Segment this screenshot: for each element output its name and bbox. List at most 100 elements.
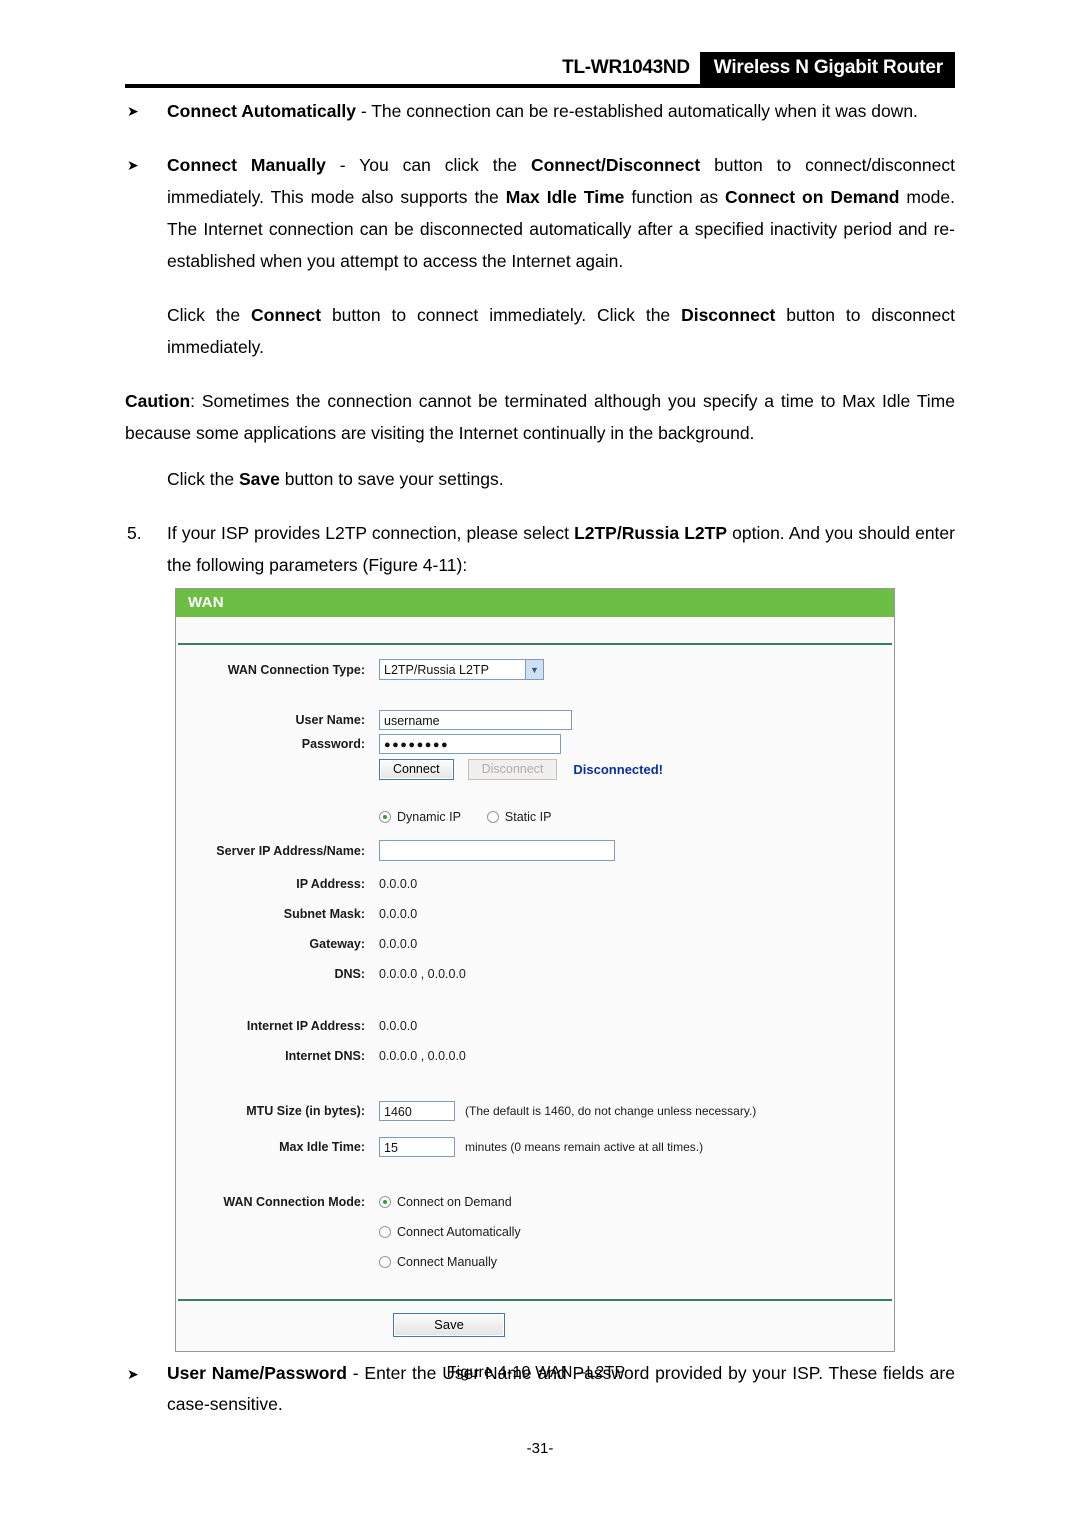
text-2: button to connect immediately. Click the: [321, 305, 682, 325]
radio-connect-automatically-label: Connect Automatically: [397, 1225, 521, 1239]
row-max-idle-time: Max Idle Time: 15 minutes (0 means remai…: [176, 1137, 894, 1157]
row-mtu-size: MTU Size (in bytes): 1460 (The default i…: [176, 1101, 894, 1121]
bullet-term: Connect Manually: [167, 155, 326, 175]
inline-bold-connect-disconnect: Connect/Disconnect: [530, 155, 701, 175]
wan-mode-label: WAN Connection Mode:: [223, 1195, 365, 1209]
mtu-hint: (The default is 1460, do not change unle…: [465, 1104, 757, 1118]
router-config-panel: WAN WAN Connection Type: L2TP/Russia L2T…: [175, 588, 895, 1352]
caution-body: : Sometimes the connection cannot be ter…: [125, 391, 955, 443]
caution-label: Caution: [125, 391, 191, 411]
wan-connection-type-value: L2TP/Russia L2TP: [384, 662, 489, 677]
radio-connect-automatically-icon[interactable]: [379, 1226, 391, 1238]
bullet-user-name-password: ➤ User Name/Password - Enter the User Na…: [125, 1358, 955, 1420]
radio-connect-on-demand-icon[interactable]: [379, 1196, 391, 1208]
max-idle-input[interactable]: 15: [379, 1137, 455, 1157]
radio-dynamic-ip-icon[interactable]: [379, 811, 391, 823]
row-user-name: User Name: username: [176, 710, 894, 730]
bullet-connect-manually: ➤ Connect Manually - You can click the C…: [125, 149, 955, 277]
wan-form: WAN Connection Type: L2TP/Russia L2TP ▼ …: [176, 645, 894, 1299]
header-branding: TL-WR1043ND Wireless N Gigabit Router: [562, 52, 955, 84]
bullet-arrow-icon: ➤: [127, 157, 139, 173]
internet-ip-label: Internet IP Address:: [246, 1019, 365, 1033]
wan-connection-type-select[interactable]: L2TP/Russia L2TP ▼: [379, 659, 544, 680]
mtu-label: MTU Size (in bytes):: [246, 1104, 365, 1118]
radio-connect-manually-label: Connect Manually: [397, 1255, 498, 1269]
paragraph-caution: Caution: Sometimes the connection cannot…: [125, 385, 955, 449]
bullet-term: User Name/Password: [167, 1363, 347, 1383]
step-number: 5.: [127, 523, 142, 543]
radio-dynamic-ip-label: Dynamic IP: [397, 810, 461, 824]
page-header: TL-WR1043ND Wireless N Gigabit Router: [0, 0, 1080, 95]
numbered-step-5: 5. If your ISP provides L2TP connection,…: [125, 517, 955, 581]
row-internet-dns: Internet DNS: 0.0.0.0 , 0.0.0.0: [176, 1049, 894, 1063]
connect-button[interactable]: Connect: [379, 759, 454, 780]
bullet-body: The connection can be re-established aut…: [371, 101, 918, 121]
mtu-input[interactable]: 1460: [379, 1101, 455, 1121]
dns-label: DNS:: [334, 967, 365, 981]
row-connect-manually: Connect Manually: [176, 1255, 894, 1269]
max-idle-hint: minutes (0 means remain active at all ti…: [465, 1140, 704, 1154]
save-button[interactable]: Save: [393, 1313, 505, 1337]
chevron-down-icon[interactable]: ▼: [525, 660, 543, 679]
password-label: Password:: [301, 737, 365, 751]
radio-connect-on-demand[interactable]: Connect on Demand: [379, 1195, 512, 1209]
internet-dns-label: Internet DNS:: [285, 1049, 365, 1063]
inline-bold-connect-on-demand: Connect on Demand: [725, 187, 900, 207]
save-row: Save: [379, 1313, 894, 1337]
product-tagline: Wireless N Gigabit Router: [699, 52, 955, 84]
row-wan-connection-type: WAN Connection Type: L2TP/Russia L2TP ▼: [176, 659, 894, 680]
user-name-input[interactable]: username: [379, 710, 572, 730]
model-name: TL-WR1043ND: [562, 57, 690, 78]
page-number: -31-: [526, 1440, 554, 1457]
panel-title-bar: WAN: [176, 589, 894, 617]
radio-connect-on-demand-label: Connect on Demand: [397, 1195, 512, 1209]
paragraph-save-instruction: Click the Save button to save your setti…: [167, 463, 955, 495]
bullet-arrow-icon: ➤: [127, 103, 139, 119]
radio-static-ip[interactable]: Static IP: [486, 810, 551, 824]
step-text-1: If your ISP provides L2TP connection, pl…: [167, 523, 575, 543]
inline-bold-save: Save: [238, 469, 280, 489]
radio-dynamic-ip[interactable]: Dynamic IP: [379, 810, 461, 824]
wan-connection-type-label: WAN Connection Type:: [227, 662, 365, 677]
footer-content: ➤ User Name/Password - Enter the User Na…: [0, 1358, 1080, 1420]
bullet-term: Connect Automatically: [167, 101, 356, 121]
radio-connect-manually[interactable]: Connect Manually: [379, 1255, 497, 1269]
text-1: Click the: [167, 469, 239, 489]
internet-ip-value: 0.0.0.0: [379, 1019, 418, 1033]
row-wan-connection-mode: WAN Connection Mode: Connect on Demand: [176, 1195, 894, 1209]
text-1: Click the: [167, 305, 252, 325]
subnet-mask-label: Subnet Mask:: [283, 907, 365, 921]
row-subnet-mask: Subnet Mask: 0.0.0.0: [176, 907, 894, 921]
server-ip-input[interactable]: [379, 840, 615, 861]
panel-footer: Save: [176, 1301, 894, 1351]
radio-connect-automatically[interactable]: Connect Automatically: [379, 1225, 521, 1239]
row-password: Password: ●●●●●●●●: [176, 734, 894, 754]
inline-bold-max-idle-time: Max Idle Time: [505, 187, 625, 207]
internet-dns-value: 0.0.0.0 , 0.0.0.0: [379, 1049, 466, 1063]
bullet-connect-automatically: ➤ Connect Automatically - The connection…: [125, 95, 955, 127]
row-ip-mode: Dynamic IP Static IP: [176, 810, 894, 824]
max-idle-label: Max Idle Time:: [279, 1140, 365, 1154]
row-gateway: Gateway: 0.0.0.0: [176, 937, 894, 951]
bullet-dash: -: [355, 101, 372, 121]
document-content: ➤ Connect Automatically - The connection…: [0, 95, 1080, 581]
password-input[interactable]: ●●●●●●●●: [379, 734, 561, 754]
radio-connect-manually-icon[interactable]: [379, 1256, 391, 1268]
row-server-ip: Server IP Address/Name:: [176, 840, 894, 861]
radio-static-ip-icon[interactable]: [486, 811, 499, 823]
